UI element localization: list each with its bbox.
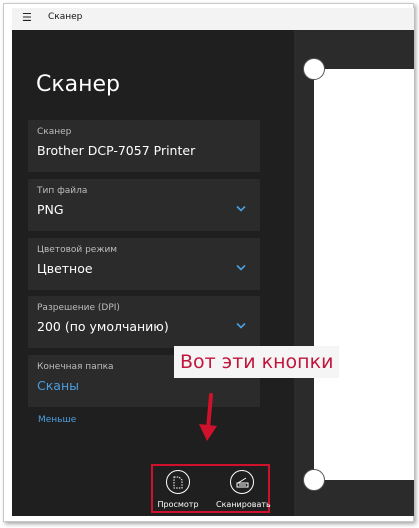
document-preview-icon — [166, 470, 190, 494]
annotation-label: Вот эти кнопки — [174, 346, 340, 378]
color-mode-label: Цветовой режим — [37, 245, 118, 255]
scanner-select[interactable]: Сканер Brother DCP-7057 Printer — [28, 120, 260, 172]
show-less-link[interactable]: Меньше — [38, 415, 76, 425]
scanner-icon — [230, 470, 254, 494]
crop-handle-bottom[interactable] — [303, 469, 325, 491]
file-type-value: PNG — [37, 202, 64, 217]
color-mode-select[interactable]: Цветовой режим Цветное — [28, 238, 260, 290]
app-title: Сканер — [48, 12, 83, 22]
file-type-select[interactable]: Тип файла PNG — [28, 179, 260, 231]
preview-button[interactable]: Просмотр — [152, 470, 210, 512]
destination-folder-label: Конечная папка — [37, 362, 114, 372]
chevron-down-icon — [236, 264, 246, 271]
title-bar: ☰ Сканер — [12, 8, 414, 30]
crop-handle-top[interactable] — [303, 58, 325, 80]
scan-preview-page — [314, 69, 414, 480]
scan-button-label: Сканировать — [216, 500, 271, 509]
page-title: Сканер — [36, 72, 121, 97]
file-type-label: Тип файла — [37, 186, 88, 196]
scanner-value: Brother DCP-7057 Printer — [37, 143, 196, 158]
preview-button-label: Просмотр — [157, 500, 199, 509]
scanner-label: Сканер — [37, 127, 72, 137]
chevron-down-icon — [236, 322, 246, 329]
chevron-down-icon — [236, 205, 246, 212]
scan-button[interactable]: Сканировать — [216, 470, 274, 512]
annotation-arrow-icon — [199, 393, 217, 441]
destination-folder-link[interactable]: Сканы — [37, 378, 79, 393]
color-mode-value: Цветное — [37, 261, 93, 276]
resolution-select[interactable]: Разрешение (DPI) 200 (по умолчанию) — [28, 296, 260, 348]
hamburger-icon[interactable]: ☰ — [22, 12, 32, 23]
resolution-label: Разрешение (DPI) — [37, 303, 120, 313]
resolution-value: 200 (по умолчанию) — [37, 319, 169, 334]
